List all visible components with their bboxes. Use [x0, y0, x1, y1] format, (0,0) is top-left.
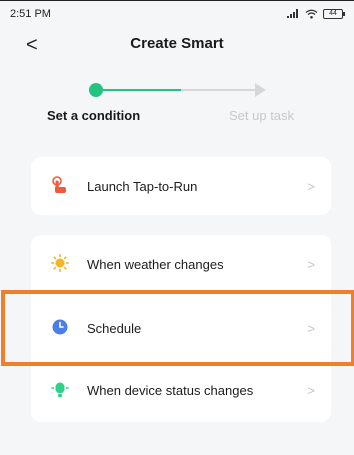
tap-to-run-icon	[52, 176, 66, 193]
header: < Create Smart	[0, 33, 354, 57]
sun-icon	[51, 254, 69, 272]
status-bar: 2:51 PM 44	[0, 0, 354, 26]
next-step-arrow-icon	[255, 83, 266, 97]
status-time: 2:51 PM	[10, 7, 51, 20]
clock-icon	[52, 319, 68, 335]
step-progress-line	[97, 89, 181, 91]
stepper: Set a condition Set up task	[0, 78, 354, 128]
condition-schedule[interactable]: Schedule >	[31, 299, 331, 357]
condition-weather-changes[interactable]: When weather changes >	[31, 235, 331, 293]
step-label-condition: Set a condition	[47, 108, 141, 123]
step-remaining-line	[181, 89, 255, 91]
chevron-right-icon: >	[307, 256, 315, 272]
chevron-right-icon: >	[307, 178, 315, 194]
chevron-right-icon: >	[307, 320, 315, 336]
launch-card: Launch Tap-to-Run >	[31, 157, 331, 215]
conditions-card: When weather changes > Schedule > When d…	[31, 235, 331, 422]
current-step-dot	[89, 83, 103, 97]
condition-device-status-changes[interactable]: When device status changes >	[31, 361, 331, 419]
wifi-icon	[305, 9, 318, 19]
signal-icon	[287, 9, 298, 18]
condition-label: Schedule	[87, 320, 142, 336]
status-icons: 44	[287, 8, 345, 19]
condition-launch-tap-to-run[interactable]: Launch Tap-to-Run >	[31, 157, 331, 215]
device-status-icon	[51, 382, 69, 397]
battery-icon: 44	[323, 8, 345, 19]
page-title: Create Smart	[130, 35, 224, 52]
step-label-task: Set up task	[229, 108, 295, 123]
condition-label: Launch Tap-to-Run	[87, 178, 198, 194]
condition-label: When device status changes	[87, 382, 254, 398]
condition-label: When weather changes	[87, 256, 224, 272]
chevron-right-icon: >	[307, 382, 315, 398]
